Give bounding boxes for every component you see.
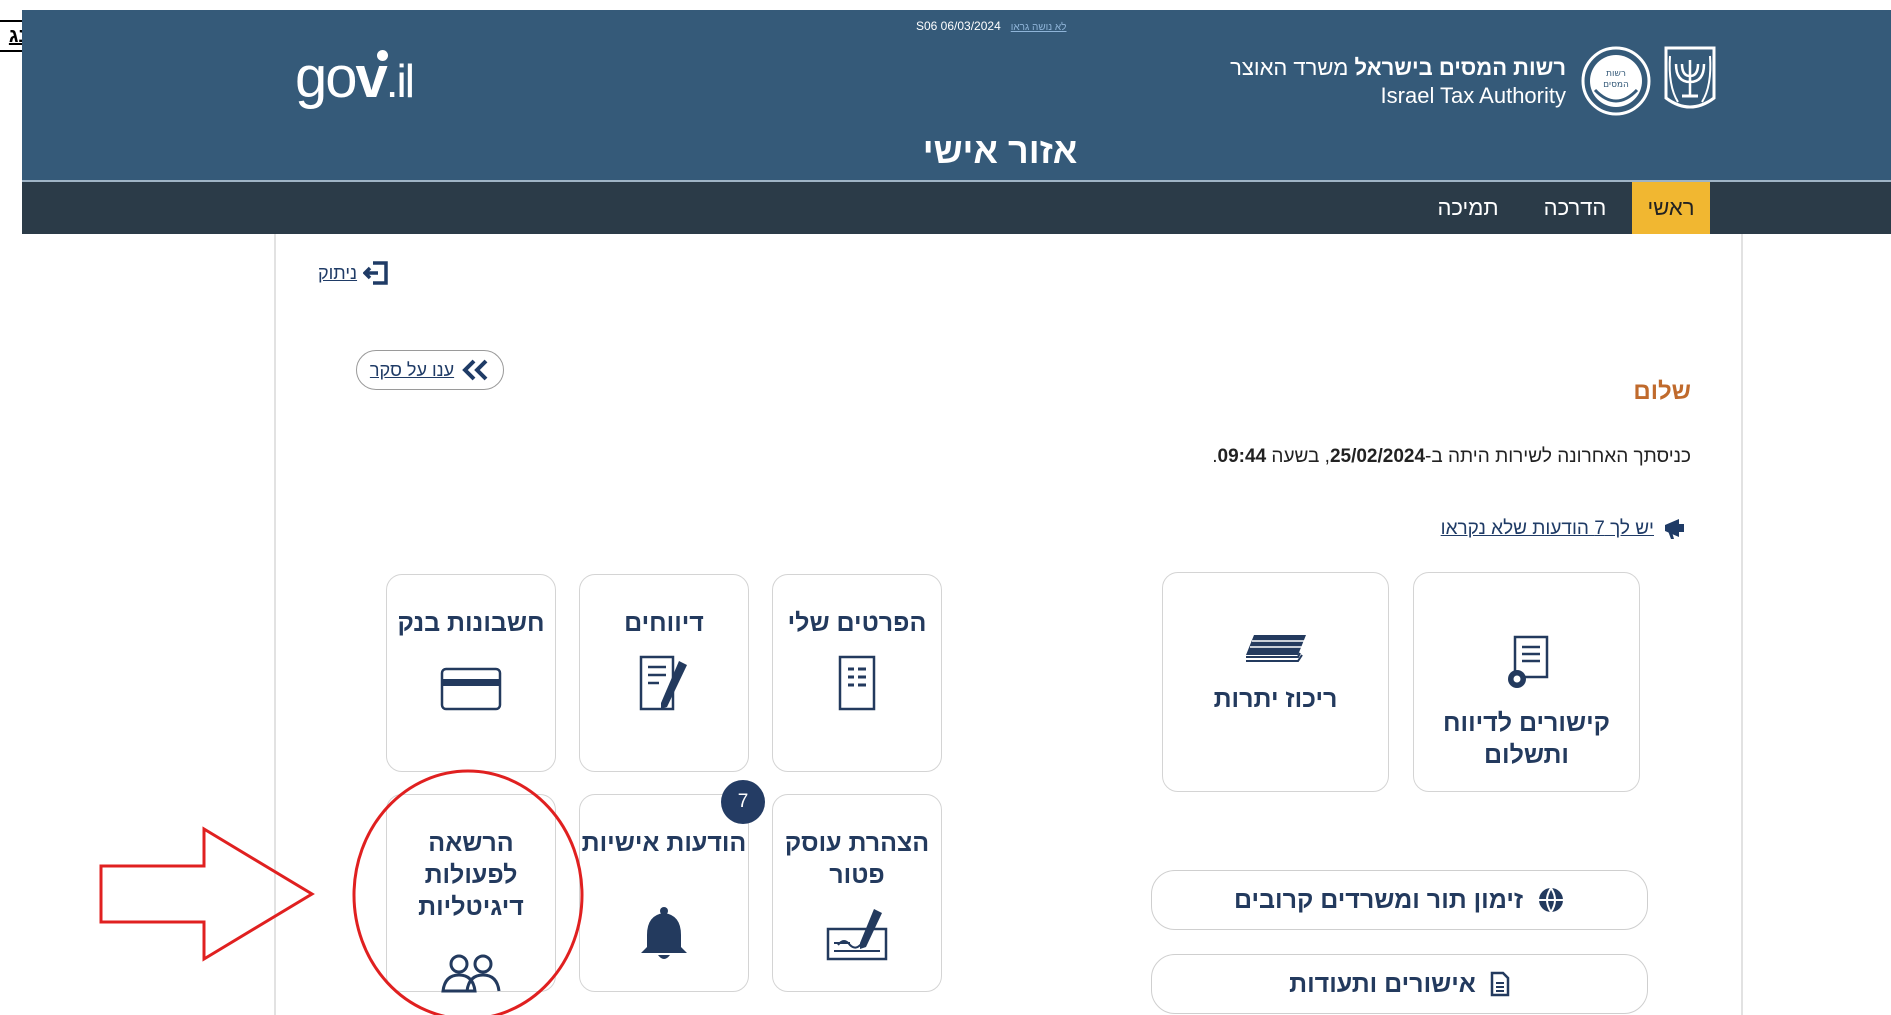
survey-button[interactable]: ענו על סקר	[356, 350, 504, 390]
credit-card-icon	[440, 667, 502, 711]
bell-icon	[641, 907, 687, 959]
header-date: S06 06/03/2024 לא נושה גראו	[916, 19, 1066, 33]
last-login-date: 25/02/2024	[1329, 446, 1426, 467]
document-icon	[1490, 971, 1510, 997]
nav-home[interactable]: ראשי	[1632, 182, 1710, 234]
annotation-arrow-icon	[99, 826, 315, 962]
document-pen-icon	[639, 655, 687, 711]
svg-text:המסים: המסים	[1603, 80, 1629, 90]
unread-messages-label: יש לך 7 הודעות שלא נקראו	[1440, 518, 1654, 539]
tile-personal-messages-label: הודעות אישיות	[581, 829, 747, 857]
gov-il-logo-v: v	[356, 45, 388, 110]
logout-icon	[363, 261, 388, 285]
tile-bank-accounts-label: חשבונות בנק	[397, 609, 545, 637]
tile-personal-messages[interactable]: הודעות אישיות	[579, 794, 749, 992]
double-chevron-left-icon	[462, 359, 488, 381]
globe-icon	[1539, 887, 1564, 913]
gov-il-logo-il: .il	[385, 55, 415, 107]
tile-balances[interactable]: ריכוז יתרות	[1162, 572, 1389, 792]
header-date-link[interactable]: לא נושה גראו	[1011, 22, 1067, 33]
messages-count-badge: 7	[721, 780, 765, 824]
tile-bank-accounts[interactable]: חשבונות בנק	[386, 574, 556, 772]
ita-name-bold: רשות המסים בישראל	[1354, 55, 1566, 80]
megaphone-icon	[1665, 519, 1684, 539]
gov-il-logo[interactable]: go v.il	[295, 42, 415, 117]
last-login-prefix: כניסתך האחרונה לשירות היתה ב-	[1425, 446, 1691, 467]
tile-my-details-label: הפרטים שלי	[787, 609, 927, 637]
content-border-right	[1741, 234, 1743, 1015]
greeting: שלום	[1633, 378, 1691, 405]
tile-report-payment-links-label: קישורים לדיווח ותשלום	[1443, 709, 1610, 769]
tile-reports[interactable]: דיווחים	[579, 574, 749, 772]
signature-icon	[826, 909, 888, 961]
appointments-label: זימון תור ומשרדים קרובים	[1233, 885, 1524, 914]
nav-guidance[interactable]: הדרכה	[1530, 182, 1620, 234]
logout-link[interactable]: ניתוק	[318, 258, 389, 288]
last-login-info: כניסתך האחרונה לשירות היתה ב-25/02/2024,…	[1212, 446, 1691, 468]
document-gear-icon	[1507, 635, 1548, 688]
last-login-middle: , בשעה	[1266, 446, 1330, 467]
annotation-circle-icon	[352, 769, 584, 1015]
tile-exempt-dealer-declaration-label: הצהרת עוסק פטור	[784, 829, 930, 889]
state-emblem-icon	[1664, 46, 1716, 109]
logo-dot	[376, 50, 388, 61]
ita-english-name: Israel Tax Authority	[1380, 83, 1566, 108]
certificates-label: אישורים ותעודות	[1289, 969, 1476, 998]
nav-support[interactable]: תמיכה	[1418, 182, 1518, 234]
banknotes-icon	[1245, 635, 1306, 662]
tile-exempt-dealer-declaration[interactable]: הצהרת עוסק פטור	[772, 794, 942, 992]
tile-reports-label: דיווחים	[624, 609, 704, 637]
tile-balances-label: ריכוז יתרות	[1213, 685, 1338, 713]
logout-label: ניתוק	[318, 262, 358, 283]
svg-text:רשות: רשות	[1606, 69, 1626, 79]
survey-label: ענו על סקר	[369, 359, 455, 380]
gov-il-logo-go: go	[295, 45, 357, 110]
last-login-time: 09:44	[1217, 446, 1267, 467]
screen: { "corner_tab": {"label": "נג"}, "header…	[0, 0, 1891, 1015]
ita-hebrew-name: רשות המסים בישראל משרד האוצר	[1230, 55, 1566, 81]
ita-emblem-icon: רשות המסים	[1581, 46, 1651, 116]
certificates-button[interactable]: אישורים ותעודות	[1151, 954, 1648, 1014]
tile-my-details[interactable]: הפרטים שלי	[772, 574, 942, 772]
unread-messages-link[interactable]: יש לך 7 הודעות שלא נקראו	[1441, 516, 1688, 542]
page-title: אזור אישי	[922, 130, 1078, 171]
appointments-button[interactable]: זימון תור ומשרדים קרובים	[1151, 870, 1648, 930]
document-list-icon	[838, 655, 876, 711]
ita-ministry: משרד האוצר	[1230, 55, 1355, 80]
header-date-text: S06 06/03/2024	[916, 19, 1001, 33]
ita-name: רשות המסים בישראל משרד האוצר Israel Tax …	[1230, 55, 1566, 109]
tile-report-payment-links[interactable]: קישורים לדיווח ותשלום	[1413, 572, 1640, 792]
